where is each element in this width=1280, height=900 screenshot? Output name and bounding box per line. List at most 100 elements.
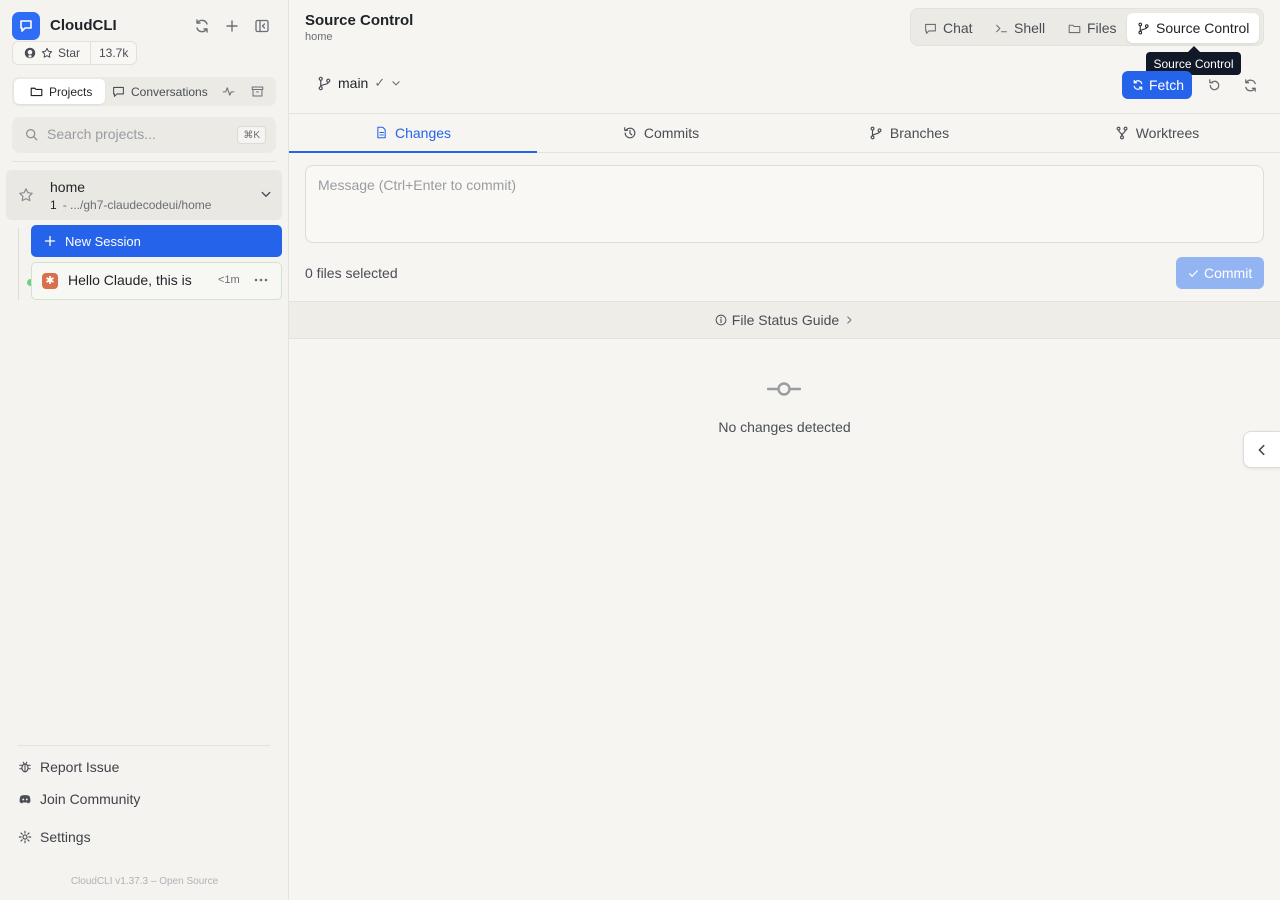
folder-icon	[1068, 24, 1081, 33]
join-community-link[interactable]: Join Community	[18, 791, 140, 807]
star-count: 13.7k	[90, 42, 128, 64]
git-commit-icon	[767, 382, 801, 396]
more-options-icon[interactable]	[252, 271, 270, 289]
new-session-label: New Session	[65, 233, 141, 249]
file-text-icon	[377, 126, 386, 139]
sidebar: CloudCLI Star 13.7k Projects Conversatio…	[0, 0, 289, 900]
new-project-icon[interactable]	[222, 16, 242, 36]
tab-projects-label: Projects	[49, 84, 93, 99]
bug-icon	[19, 761, 31, 773]
chevron-down-icon[interactable]	[260, 188, 272, 200]
discord-icon	[19, 795, 31, 804]
folder-icon	[30, 87, 43, 97]
page-title: Source Control	[305, 12, 414, 29]
fetch-button[interactable]: Fetch	[1122, 71, 1192, 99]
tab-shell[interactable]: Shell	[995, 13, 1045, 43]
github-star-button[interactable]: Star 13.7k	[12, 41, 137, 65]
terminal-icon	[996, 24, 1007, 32]
message-icon	[113, 86, 124, 97]
gear-icon	[18, 830, 32, 844]
plus-icon	[44, 235, 56, 247]
tab-source-control[interactable]: Source Control	[1127, 13, 1260, 43]
git-branch-icon	[318, 76, 331, 90]
settings-link[interactable]: Settings	[18, 829, 91, 845]
file-status-guide-label: File Status Guide	[731, 312, 840, 328]
session-count: 1	[50, 198, 57, 212]
files-selected-count: 0 files selected	[305, 265, 398, 281]
history-icon	[624, 127, 636, 139]
session-title: Hello Claude, this is	[68, 272, 192, 288]
page-subtitle: home	[305, 31, 333, 43]
app-name: CloudCLI	[50, 17, 117, 34]
tab-files[interactable]: Files	[1068, 13, 1117, 43]
commit-button[interactable]: Commit	[1176, 257, 1264, 289]
branch-status: ✓	[374, 75, 386, 90]
tab-worktrees-label: Worktrees	[1135, 125, 1200, 141]
github-icon	[24, 47, 36, 59]
tab-changes[interactable]: Changes	[289, 114, 537, 153]
settings-label: Settings	[40, 829, 91, 845]
search-icon	[26, 129, 38, 141]
archive-icon[interactable]	[249, 83, 265, 99]
report-issue-link[interactable]: Report Issue	[18, 759, 119, 775]
favorite-star-icon[interactable]	[18, 187, 34, 203]
main-panel: Source Control home Chat Shell Files Sou…	[289, 0, 1280, 900]
commit-message-input[interactable]	[305, 165, 1264, 243]
report-issue-label: Report Issue	[40, 759, 120, 775]
expand-panel-button[interactable]	[1243, 431, 1280, 468]
tab-branches[interactable]: Branches	[785, 114, 1033, 152]
version-label: CloudCLI v1.37.3 – Open Source	[70, 876, 219, 887]
chevron-down-icon	[392, 81, 400, 86]
tab-files-label: Files	[1087, 20, 1117, 36]
tab-worktrees[interactable]: Worktrees	[1033, 114, 1280, 152]
star-label: Star	[58, 46, 81, 60]
check-icon	[1189, 269, 1198, 277]
tab-projects[interactable]: Projects	[14, 79, 105, 104]
branch-name: main	[338, 75, 369, 91]
tab-changes-label: Changes	[394, 124, 452, 141]
file-status-guide-toggle[interactable]: File Status Guide	[289, 301, 1280, 339]
project-meta: 1 - .../gh7-claudecodeui/home	[50, 198, 211, 212]
tab-source-control-label: Source Control	[1156, 20, 1250, 36]
empty-state-text: No changes detected	[718, 419, 851, 435]
view-tabs: Chat Shell Files Source Control	[910, 8, 1264, 46]
source-control-tabs: Changes Commits Branches Worktrees	[289, 113, 1280, 153]
tree-line	[18, 228, 19, 300]
git-fork-icon	[1116, 126, 1128, 140]
commit-label: Commit	[1204, 265, 1253, 281]
chat-icon	[925, 23, 936, 34]
activity-icon[interactable]	[220, 83, 236, 99]
app-logo-icon	[12, 12, 40, 40]
chevron-right-icon	[847, 316, 852, 324]
git-branch-icon	[1138, 22, 1149, 34]
tab-chat-label: Chat	[943, 20, 973, 36]
divider	[12, 161, 276, 162]
fetch-label: Fetch	[1149, 77, 1185, 93]
star-icon	[41, 47, 53, 58]
tab-commits[interactable]: Commits	[537, 114, 785, 152]
collapse-sidebar-icon[interactable]	[252, 16, 272, 36]
refresh-icon[interactable]	[192, 16, 212, 36]
tab-shell-label: Shell	[1014, 20, 1046, 36]
info-icon	[715, 314, 727, 326]
refresh-icon[interactable]	[1240, 75, 1260, 95]
project-search: ⌘K	[12, 117, 276, 153]
undo-icon[interactable]	[1204, 75, 1224, 95]
tab-branches-label: Branches	[889, 125, 950, 141]
git-branch-icon	[870, 126, 882, 140]
tab-commits-label: Commits	[643, 125, 700, 141]
claude-icon: ✱	[42, 273, 58, 289]
search-input[interactable]	[47, 126, 237, 142]
project-item-home[interactable]: home 1 - .../gh7-claudecodeui/home	[6, 170, 282, 220]
search-shortcut: ⌘K	[237, 126, 266, 144]
branch-selector[interactable]: main ✓	[317, 75, 401, 91]
tab-chat[interactable]: Chat	[924, 13, 973, 43]
tab-conversations[interactable]: Conversations	[112, 79, 208, 104]
sidebar-tabs: Projects Conversations	[12, 77, 276, 106]
new-session-button[interactable]: New Session	[31, 225, 282, 257]
project-path: - .../gh7-claudecodeui/home	[62, 198, 212, 212]
project-name: home	[50, 179, 86, 195]
session-item[interactable]: ✱ Hello Claude, this is <1m	[31, 262, 282, 300]
session-time: <1m	[218, 274, 240, 286]
divider	[18, 745, 270, 746]
